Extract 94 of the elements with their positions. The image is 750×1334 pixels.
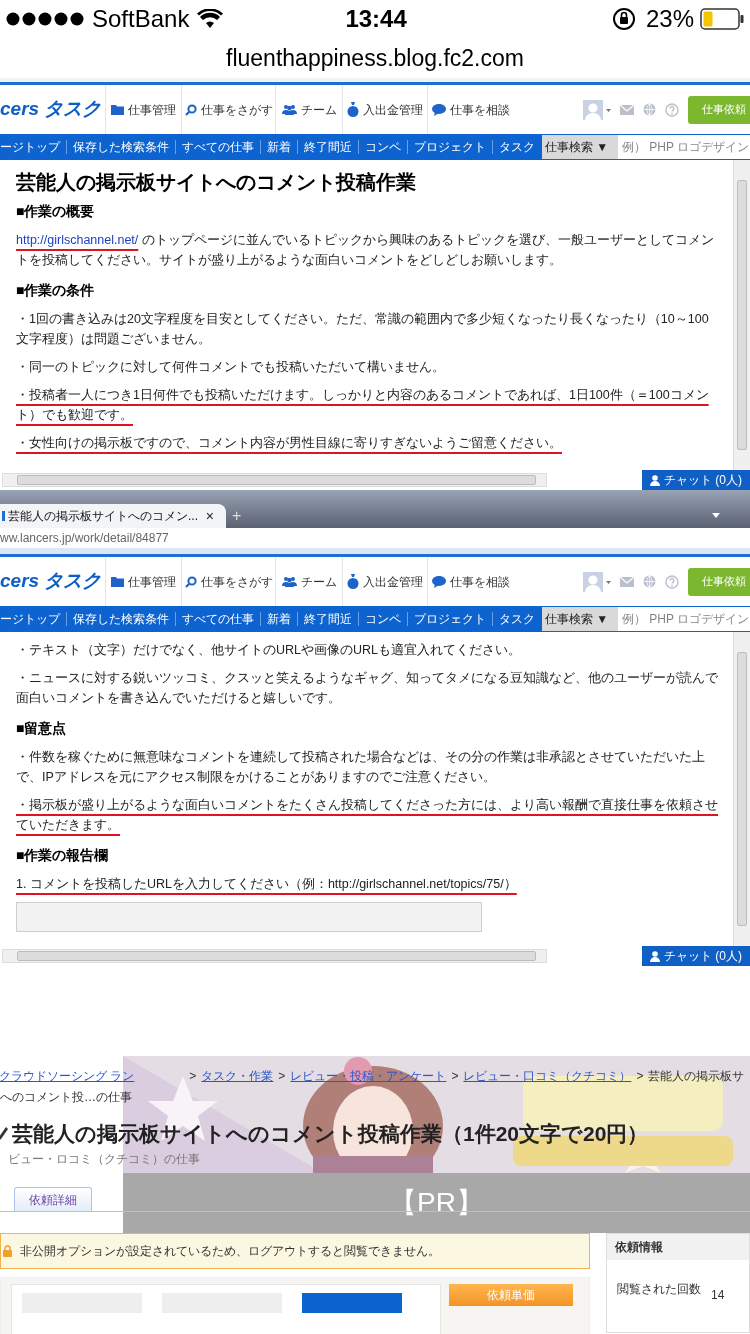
breadcrumb-separator: > xyxy=(189,1068,197,1085)
page-title: 芸能人の掲示板サイトへのコメント投稿作業 xyxy=(16,170,417,195)
nav-link[interactable]: プロジェクト xyxy=(414,610,486,628)
body-text: ・1回の書き込みは20文字程度を目安としてください。ただ、常識の範囲内で多少短くなったり長くなったり（10～100文字程度）は問題ございません。 xyxy=(16,311,710,348)
tab-close-button[interactable]: × xyxy=(203,508,216,524)
view-count-value: 14 xyxy=(711,1287,725,1304)
people-icon xyxy=(281,576,297,587)
help-icon[interactable] xyxy=(665,574,679,589)
rotation-lock-icon xyxy=(611,7,636,31)
user-icon xyxy=(650,474,660,486)
search-category-select[interactable]: 仕事検索 ▼ xyxy=(542,607,618,631)
globe-icon[interactable] xyxy=(643,103,656,116)
section-heading: ■作業の条件 xyxy=(16,281,96,300)
avatar-icon[interactable] xyxy=(583,571,611,592)
detail-tab[interactable]: 依頼詳細 xyxy=(14,1187,92,1211)
lancers-logo[interactable]: cers タスク xyxy=(0,95,105,124)
breadcrumb-link[interactable]: レビュー・投稿・アンケート xyxy=(290,1067,447,1085)
speech-bubble-icon xyxy=(431,103,446,116)
money-bag-icon xyxy=(347,574,359,589)
body-text: ・同一のトピックに対して何件コメントでも投稿いただいて構いません。 xyxy=(16,359,446,376)
nav-link[interactable]: 新着 xyxy=(267,138,291,156)
globe-icon[interactable] xyxy=(643,575,656,588)
nav-link[interactable]: プロジェクト xyxy=(414,138,486,156)
money-bag-icon xyxy=(347,102,359,117)
body-text: ・テキスト（文字）だけでなく、他サイトのURLや画像のURLも適宜入れてください。 xyxy=(16,642,522,659)
breadcrumb-separator: > xyxy=(278,1068,286,1085)
body-text: ・掲示板が盛り上がるような面白いコメントをたくさん投稿してくださった方には、より高い報酬で直接仕事を依頼させていただきます。 xyxy=(16,797,719,834)
breadcrumb-separator: > xyxy=(636,1068,644,1085)
help-icon[interactable] xyxy=(665,102,679,117)
nav-link[interactable]: ージトップ xyxy=(0,138,60,156)
browser-tab[interactable]: 芸能人の掲示板サイトへのコメン... × xyxy=(0,504,226,528)
mail-icon[interactable] xyxy=(620,104,634,115)
pencil-icon xyxy=(0,1127,8,1141)
user-icon xyxy=(650,950,660,962)
panel-title: 依頼情報 xyxy=(615,1239,663,1256)
wifi-icon xyxy=(197,9,224,29)
url-text: fluenthappiness.blog.fc2.com xyxy=(226,43,524,73)
mail-icon[interactable] xyxy=(620,576,634,587)
breadcrumb-separator: > xyxy=(451,1068,459,1085)
nav-link[interactable]: すべての仕事 xyxy=(182,138,254,156)
ad-label: 【PR】 xyxy=(389,1186,484,1220)
search-field[interactable]: 例） PHP ロゴデザイン xyxy=(618,607,750,631)
nav-link[interactable]: 終了間近 xyxy=(304,138,352,156)
search-icon xyxy=(184,103,197,116)
avatar-icon[interactable] xyxy=(583,99,611,120)
carrier-name: SoftBank xyxy=(92,4,190,34)
nav-link[interactable]: 保存した検索条件 xyxy=(73,138,169,156)
folder-icon xyxy=(111,104,124,115)
section-heading: ■留意点 xyxy=(16,719,68,738)
search-field[interactable]: 例） PHP ロゴデザイン xyxy=(618,135,750,159)
nav-link[interactable]: コンペ xyxy=(365,138,401,156)
notice-text: 非公開オプションが設定されているため、ログアウトすると閲覧できません。 xyxy=(20,1243,440,1260)
breadcrumb-link[interactable]: タスク・作業 xyxy=(201,1067,274,1085)
body-text: ・件数を稼ぐために無意味なコメントを連続して投稿された場合などは、その分の作業は非承認とさせていただいた上で、IPアドレスを元にアクセス制限をかけることがありますのでご注意ください。 xyxy=(16,749,706,786)
body-text: ・投稿者一人につき1日何件でも投稿いただけます。しっかりと内容のあるコメントであれば、1日100件（＝100コメント）でも歓迎です。 xyxy=(16,387,710,424)
breadcrumb-link[interactable]: レビュー・口コミ（クチコミ） xyxy=(463,1067,632,1085)
people-icon xyxy=(281,104,297,115)
nav-link[interactable]: タスク xyxy=(499,138,535,156)
breadcrumb-link[interactable]: クラウドソーシング ラン xyxy=(0,1067,135,1085)
nav-link[interactable]: すべての仕事 xyxy=(182,610,254,628)
category-text: ビュー・ロコミ（クチコミ）の仕事 xyxy=(8,1151,201,1168)
address-url[interactable]: ww.lancers.jp/work/detail/84877 xyxy=(0,529,169,547)
section-heading: ■作業の報告欄 xyxy=(16,846,110,865)
nav-link[interactable]: タスク xyxy=(499,610,535,628)
search-category-select[interactable]: 仕事検索 ▼ xyxy=(542,135,618,159)
breadcrumb-current: 芸能人の掲示板サ xyxy=(648,1068,745,1085)
nav-link[interactable]: 終了間近 xyxy=(304,610,352,628)
battery-percentage: 23% xyxy=(645,4,694,34)
view-count-label: 閲覧された回数 xyxy=(617,1281,701,1298)
nav-link[interactable]: 保存した検索条件 xyxy=(73,610,169,628)
url-input-field[interactable] xyxy=(16,902,482,932)
clock-time: 13:44 xyxy=(345,4,407,34)
section-heading: ■作業の概要 xyxy=(16,202,96,221)
new-tab-button[interactable]: + xyxy=(232,507,242,525)
breadcrumb-current: へのコメント投…の仕事 xyxy=(0,1089,133,1104)
battery-icon xyxy=(700,8,744,30)
body-text: ・ニュースに対する鋭いツッコミ、クスッと笑えるようなギャグ、知ってタメになる豆知識など、他のユーザーが読んで面白いコメントを書き込んでいただけると嬉しいです。 xyxy=(16,670,719,707)
nav-link[interactable]: コンペ xyxy=(365,610,401,628)
speech-bubble-icon xyxy=(431,575,446,588)
folder-icon xyxy=(111,576,124,587)
nav-link[interactable]: 新着 xyxy=(267,610,291,628)
signal-icon xyxy=(6,12,84,26)
lock-icon xyxy=(3,1245,12,1257)
nav-link[interactable]: ージトップ xyxy=(0,610,60,628)
tab-title: 芸能人の掲示板サイトへのコメン... xyxy=(8,508,198,525)
body-text: http://girlschannel.net/ のトップページに並んでいるトピックから興味のあるトピックを選び、一般ユーザーとしてコメントを投稿してください。サイトが盛り上がるような面白いコメントをどしどしお願いします。 xyxy=(16,232,715,269)
body-text: 1. コメントを投稿したURLを入力してください（例：http://girlschannel.net/topics/75/） xyxy=(16,876,518,893)
body-text: ・女性向けの掲示板ですので、コメント内容が男性目線に寄りすぎないようご留意ください。 xyxy=(16,435,563,452)
lancers-logo[interactable]: cers タスク xyxy=(0,567,105,596)
chat-button[interactable]: チャット (0人) xyxy=(642,946,750,966)
search-icon xyxy=(184,575,197,588)
url-link[interactable]: http://girlschannel.net/ xyxy=(16,233,139,247)
caret-icon[interactable] xyxy=(712,513,720,518)
chat-button[interactable]: チャット (0人) xyxy=(642,470,750,490)
